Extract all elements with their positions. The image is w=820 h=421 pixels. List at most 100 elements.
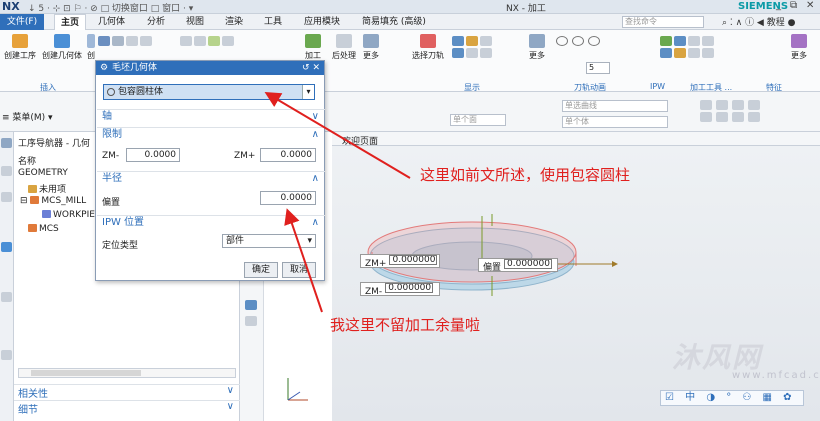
rewind-icon (556, 36, 568, 46)
annotation-top: 这里如前文所述，使用包容圆柱 (420, 166, 631, 184)
main-menu-button[interactable]: ≡ 菜单(M) ▾ (2, 110, 53, 123)
tab-render[interactable]: 渲染 (219, 14, 249, 30)
select-toolpath-icon (420, 34, 436, 48)
help-toolbar[interactable]: ⌕ ⁚ ∧ ⓘ ◀ 教程 ● (722, 15, 795, 28)
section-radius[interactable]: 半径 ∧ (97, 171, 325, 185)
floating-zm-minus-input[interactable]: 0.000000 (385, 283, 434, 293)
machining-tools-icon-group[interactable] (660, 36, 714, 58)
tab-easy-fill[interactable]: 简易填充 (高级) (356, 14, 432, 30)
dialog-title-bar[interactable]: ⚙ 毛坯几何体 ↺ ✕ (96, 61, 324, 75)
status-icon-bar[interactable]: ☑ 中 ◑ ° ⚇ ▦ ✿ (660, 390, 804, 406)
more-icon (363, 34, 379, 48)
create-button[interactable]: 创 (86, 34, 96, 61)
more-button-2[interactable]: 更多 (526, 34, 548, 61)
tab-analysis[interactable]: 分析 (141, 14, 171, 30)
section-details[interactable]: 细节 ∨ (14, 400, 240, 416)
playback-icon-group[interactable] (556, 36, 602, 46)
display-icon-b (466, 36, 478, 46)
face-filter-select[interactable]: 单个面 (450, 114, 506, 126)
section-limit[interactable]: 限制 ∧ (97, 127, 325, 141)
display-icon-f (480, 48, 492, 58)
chevron-up-icon: ∧ (311, 217, 319, 228)
tree-row-unused[interactable]: 未用项 (28, 182, 66, 195)
chevron-down-icon: ∨ (226, 385, 234, 396)
sheet-icon[interactable] (245, 316, 257, 326)
create-geometry-button[interactable]: 创建几何体 (38, 34, 86, 61)
floating-offset-input[interactable]: 0.000000 (504, 259, 553, 269)
navigator-tab-icon[interactable] (1, 138, 12, 148)
cylinder-icon (107, 88, 115, 96)
chevron-down-icon: ∨ (226, 401, 234, 412)
section-axis[interactable]: 轴 ∨ (97, 109, 325, 123)
locate-type-select[interactable]: 部件 ▾ (222, 234, 316, 248)
mcs-icon (30, 196, 40, 204)
cancel-button[interactable]: 取消 (282, 262, 316, 278)
column-header-name[interactable]: 名称 (18, 154, 36, 167)
tool-tab-icon[interactable] (1, 192, 12, 202)
section-dependencies[interactable]: 相关性 ∨ (14, 384, 240, 400)
ribbon-icon-group-1[interactable] (98, 36, 152, 46)
select-toolpath-button[interactable]: 选择刀轨 (408, 34, 448, 61)
gear-icon[interactable]: ⚙ (100, 61, 108, 75)
tab-tools[interactable]: 工具 (258, 14, 288, 30)
snap-h-icon (748, 112, 760, 122)
floating-zm-plus[interactable]: ZM+ 0.000000 (360, 254, 440, 269)
restore-button[interactable]: ⧉ (790, 0, 797, 11)
tab-view[interactable]: 视图 (180, 14, 210, 30)
snap-b-icon (716, 100, 728, 110)
create-operation-icon (12, 34, 28, 48)
tree-row-mcs[interactable]: MCS (28, 224, 59, 234)
zm-minus-input[interactable]: 0.0000 (126, 148, 180, 162)
tool-a-icon (660, 36, 672, 46)
tree-row-mcs-mill[interactable]: ⊟ MCS_MILL (20, 196, 86, 206)
offset-input[interactable]: 0.0000 (260, 191, 316, 205)
chevron-down-icon[interactable]: ▾ (302, 85, 314, 99)
web-tab-icon[interactable] (1, 350, 12, 360)
create-operation-button[interactable]: 创建工序 (2, 34, 38, 61)
chevron-up-icon: ∧ (311, 129, 319, 140)
navigator-hscroll[interactable] (18, 368, 236, 378)
verify-icon (194, 36, 206, 46)
nx-logo: NX (2, 0, 20, 13)
curve-filter-select[interactable]: 单选曲线 (562, 100, 668, 112)
collapse-icon[interactable]: ⊟ (20, 196, 30, 206)
tab-home[interactable]: 主页 (54, 14, 87, 30)
close-window-button[interactable]: ✕ (806, 0, 814, 11)
ok-button[interactable]: 确定 (244, 262, 278, 278)
minimize-button[interactable]: _ (776, 0, 781, 11)
tool-c-icon (688, 36, 700, 46)
display-toggle-icon[interactable] (245, 300, 257, 310)
feature-icon (791, 34, 807, 48)
tab-applications[interactable]: 应用模块 (298, 14, 346, 30)
list-icon (222, 36, 234, 46)
snap-e-icon (700, 112, 712, 122)
playback-speed-select[interactable]: 5 (586, 62, 610, 74)
tab-geometry[interactable]: 几何体 (92, 14, 131, 30)
tree-row-geometry[interactable]: GEOMETRY (18, 168, 68, 178)
scroll-thumb[interactable] (31, 370, 141, 376)
part-tab-icon[interactable] (1, 242, 12, 252)
postprocess-button[interactable]: 后处理 (330, 34, 358, 61)
floating-zm-plus-input[interactable]: 0.000000 (389, 255, 438, 265)
snap-icon-group[interactable] (700, 100, 762, 122)
reset-close-icon[interactable]: ↺ ✕ (302, 61, 320, 75)
body-filter-select[interactable]: 单个体 (562, 116, 668, 128)
tool-b-icon (674, 36, 686, 46)
display-icon-group[interactable] (452, 36, 492, 58)
quick-access-toolbar[interactable]: ↓ 5 · ⊹ ⊡ ⚐ · ⊘ □ 切换窗口 □ 窗口 · ▾ (28, 1, 193, 14)
command-search-input[interactable]: 查找命令 (622, 16, 704, 28)
more-button-1[interactable]: 更多 (360, 34, 382, 61)
display-icon-c (480, 36, 492, 46)
file-menu-button[interactable]: 文件(F) (0, 14, 44, 30)
section-ipw-position[interactable]: IPW 位置 ∧ (97, 215, 325, 229)
floating-offset[interactable]: 偏置 0.000000 (478, 258, 558, 273)
blank-type-select[interactable]: 包容圆柱体 ▾ (103, 84, 315, 100)
more-button-3[interactable]: 更多 (786, 34, 812, 61)
roles-tab-icon[interactable] (1, 292, 12, 302)
history-tab-icon[interactable] (1, 166, 12, 176)
workpiece-icon (42, 210, 51, 218)
zm-plus-input[interactable]: 0.0000 (260, 148, 316, 162)
machining-button[interactable]: 加工 (300, 34, 326, 61)
floating-zm-minus[interactable]: ZM- 0.000000 (360, 282, 440, 297)
ribbon-icon-group-2[interactable] (180, 36, 234, 46)
